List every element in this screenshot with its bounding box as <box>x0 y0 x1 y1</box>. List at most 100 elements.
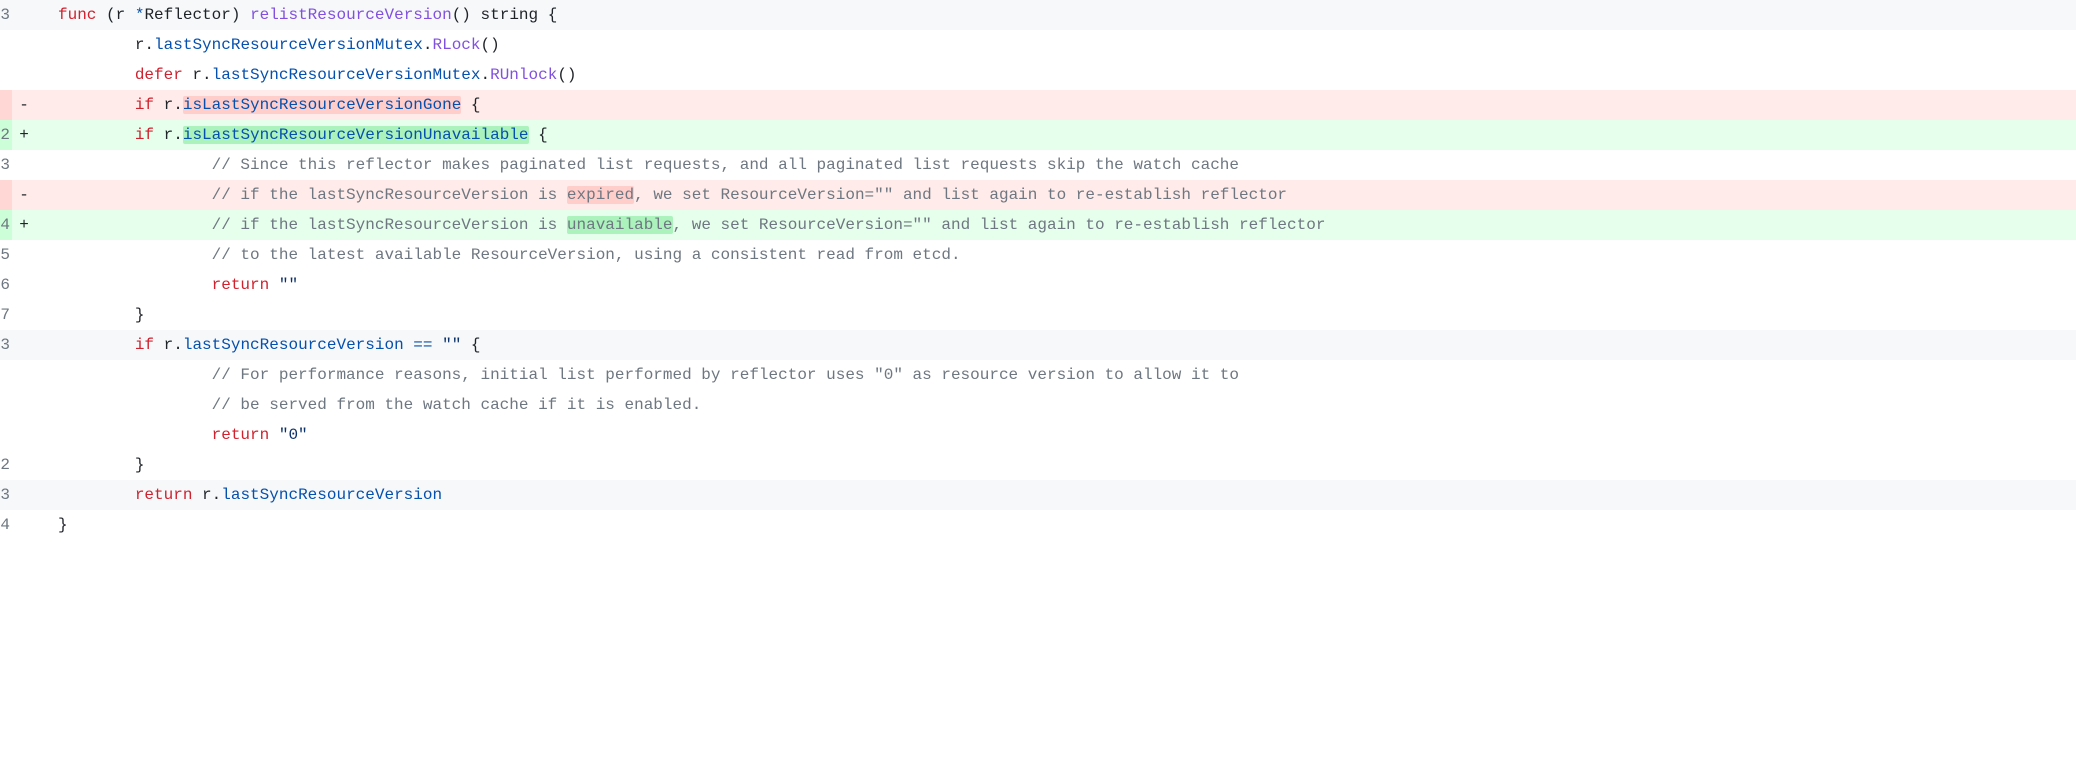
diff-line[interactable]: r.lastSyncResourceVersionMutex.RLock() <box>0 30 2076 60</box>
code-cell[interactable]: r.lastSyncResourceVersionMutex.RLock() <box>36 30 2076 60</box>
code-token: { <box>461 96 480 114</box>
diff-table-body: 3 func (r *Reflector) relistResourceVersi… <box>0 0 2076 540</box>
code-token <box>58 336 135 354</box>
line-number <box>0 180 12 210</box>
code-token: { <box>538 6 557 24</box>
code-token: ) <box>231 6 250 24</box>
code-cell[interactable]: } <box>36 450 2076 480</box>
line-number <box>0 420 12 450</box>
code-token: // be served from the watch cache if it … <box>212 396 702 414</box>
code-token <box>58 426 212 444</box>
code-cell[interactable]: if r.isLastSyncResourceVersionGone { <box>36 90 2076 120</box>
code-token: == <box>404 336 442 354</box>
code-token: defer <box>135 66 193 84</box>
code-token: r <box>135 36 145 54</box>
diff-line[interactable]: 6 return "" <box>0 270 2076 300</box>
code-token: relistResourceVersion <box>250 6 452 24</box>
code-token <box>58 36 135 54</box>
code-token: * <box>135 6 145 24</box>
code-token: expired <box>567 186 634 204</box>
code-cell[interactable]: if r.lastSyncResourceVersion == "" { <box>36 330 2076 360</box>
code-token: lastSyncResourceVersion <box>183 336 404 354</box>
diff-marker <box>12 420 36 450</box>
diff-marker <box>12 30 36 60</box>
code-token: . <box>173 96 183 114</box>
code-token: () <box>452 6 481 24</box>
code-token: return <box>135 486 202 504</box>
line-number: 5 <box>0 240 12 270</box>
line-number: 4 <box>0 510 12 540</box>
line-number: 3 <box>0 330 12 360</box>
code-cell[interactable]: if r.isLastSyncResourceVersionUnavailabl… <box>36 120 2076 150</box>
code-token: r <box>164 96 174 114</box>
code-cell[interactable]: return r.lastSyncResourceVersion <box>36 480 2076 510</box>
line-number: 3 <box>0 150 12 180</box>
code-cell[interactable]: } <box>36 510 2076 540</box>
diff-line[interactable]: 3func (r *Reflector) relistResourceVersi… <box>0 0 2076 30</box>
code-token: // if the lastSyncResourceVersion is <box>212 216 567 234</box>
code-token: } <box>58 516 68 534</box>
diff-marker: - <box>12 90 36 120</box>
code-token <box>58 396 212 414</box>
line-number: 6 <box>0 270 12 300</box>
diff-line[interactable]: - if r.isLastSyncResourceVersionGone { <box>0 90 2076 120</box>
code-token: if <box>135 96 164 114</box>
diff-marker <box>12 240 36 270</box>
code-token: . <box>202 66 212 84</box>
code-cell[interactable]: // be served from the watch cache if it … <box>36 390 2076 420</box>
code-token <box>58 246 212 264</box>
code-token: { <box>461 336 480 354</box>
diff-line[interactable]: 7 } <box>0 300 2076 330</box>
code-token: func <box>58 6 106 24</box>
code-cell[interactable]: // to the latest available ResourceVersi… <box>36 240 2076 270</box>
diff-line[interactable]: 4} <box>0 510 2076 540</box>
diff-marker <box>12 0 36 30</box>
code-cell[interactable]: defer r.lastSyncResourceVersionMutex.RUn… <box>36 60 2076 90</box>
code-token: "0" <box>279 426 308 444</box>
diff-line[interactable]: 2 } <box>0 450 2076 480</box>
diff-line[interactable]: 3 return r.lastSyncResourceVersion <box>0 480 2076 510</box>
diff-line[interactable]: // For performance reasons, initial list… <box>0 360 2076 390</box>
code-token: if <box>135 126 164 144</box>
diff-marker <box>12 390 36 420</box>
diff-line[interactable]: 4+ // if the lastSyncResourceVersion is … <box>0 210 2076 240</box>
code-token: RUnlock <box>490 66 557 84</box>
diff-line[interactable]: 5 // to the latest available ResourceVer… <box>0 240 2076 270</box>
line-number <box>0 30 12 60</box>
code-token: () <box>557 66 576 84</box>
code-cell[interactable]: } <box>36 300 2076 330</box>
code-token: unavailable <box>567 216 673 234</box>
code-token: } <box>58 306 144 324</box>
code-token: Reflector <box>144 6 230 24</box>
diff-line[interactable]: 2+ if r.isLastSyncResourceVersionUnavail… <box>0 120 2076 150</box>
code-cell[interactable]: // Since this reflector makes paginated … <box>36 150 2076 180</box>
code-cell[interactable]: // if the lastSyncResourceVersion is exp… <box>36 180 2076 210</box>
diff-line[interactable]: 3 if r.lastSyncResourceVersion == "" { <box>0 330 2076 360</box>
code-cell[interactable]: // if the lastSyncResourceVersion is una… <box>36 210 2076 240</box>
diff-line[interactable]: - // if the lastSyncResourceVersion is e… <box>0 180 2076 210</box>
code-token: // Since this reflector makes paginated … <box>212 156 1239 174</box>
code-token <box>58 486 135 504</box>
line-number: 3 <box>0 480 12 510</box>
code-token: . <box>480 66 490 84</box>
code-cell[interactable]: return "" <box>36 270 2076 300</box>
line-number <box>0 390 12 420</box>
diff-marker <box>12 360 36 390</box>
code-token: lastSyncResourceVersionMutex <box>212 66 481 84</box>
code-cell[interactable]: func (r *Reflector) relistResourceVersio… <box>36 0 2076 30</box>
diff-line[interactable]: return "0" <box>0 420 2076 450</box>
code-token: . <box>212 486 222 504</box>
code-cell[interactable]: return "0" <box>36 420 2076 450</box>
code-token: lastSyncResourceVersion <box>221 486 442 504</box>
diff-marker <box>12 150 36 180</box>
code-token: () <box>481 36 500 54</box>
code-cell[interactable]: // For performance reasons, initial list… <box>36 360 2076 390</box>
code-token: return <box>212 276 279 294</box>
diff-table: 3 func (r *Reflector) relistResourceVersi… <box>0 0 2076 540</box>
diff-line[interactable]: defer r.lastSyncResourceVersionMutex.RUn… <box>0 60 2076 90</box>
diff-line[interactable]: // be served from the watch cache if it … <box>0 390 2076 420</box>
line-number: 2 <box>0 120 12 150</box>
code-token: lastSyncResourceVersionMutex <box>154 36 423 54</box>
diff-line[interactable]: 3 // Since this reflector makes paginate… <box>0 150 2076 180</box>
line-number: 4 <box>0 210 12 240</box>
